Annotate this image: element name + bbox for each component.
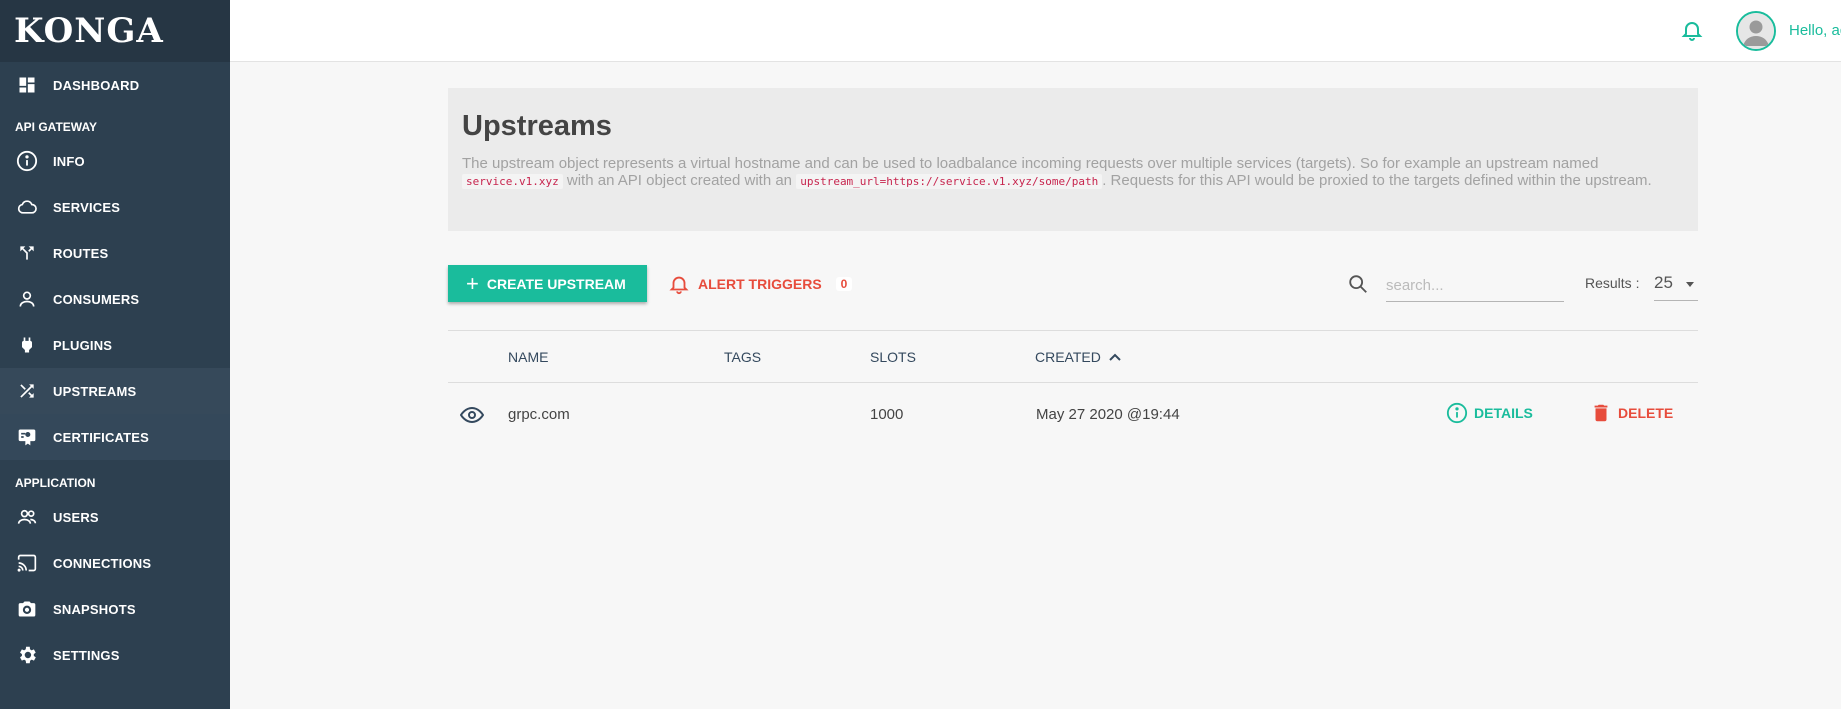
details-label: DETAILS [1474,405,1533,421]
sidebar-item-label: USERS [53,509,99,525]
details-button[interactable]: DETAILS [1446,402,1533,424]
camera-icon [15,597,39,621]
eye-icon[interactable] [459,403,485,427]
plug-icon [15,333,39,357]
upstreams-table: NAME TAGS SLOTS CREATED grpc.com 1000 Ma… [448,330,1698,447]
sidebar-item-label: INFO [53,153,85,169]
results-per-page-select[interactable]: 25 [1654,268,1698,301]
dashboard-icon [15,73,39,97]
page-title: Upstreams [462,110,612,142]
table-header: NAME TAGS SLOTS CREATED [448,330,1698,383]
sidebar-item-upstreams[interactable]: UPSTREAMS [0,368,230,414]
results-value: 25 [1654,273,1673,292]
gear-icon [15,643,39,667]
info-panel: Upstreams The upstream object represents… [448,88,1698,231]
shuffle-icon [15,379,39,403]
create-upstream-label: CREATE UPSTREAM [486,275,626,292]
code-snippet: upstream_url=https://service.v1.xyz/some… [796,174,1103,189]
column-header-tags[interactable]: TAGS [724,349,761,365]
alert-count-badge: 0 [835,277,853,291]
description-text: with an API object created with an [566,172,793,189]
sidebar-section-application: APPLICATION [15,476,96,490]
sidebar-item-settings[interactable]: SETTINGS [0,632,230,678]
users-icon [15,505,39,529]
results-label: Results : [1585,275,1640,291]
sidebar-item-label: SNAPSHOTS [53,601,136,617]
sidebar-item-users[interactable]: USERS [0,494,230,540]
alert-triggers-label: ALERT TRIGGERS [698,276,822,292]
column-header-slots[interactable]: SLOTS [870,349,916,365]
routes-icon [15,241,39,265]
notifications-bell-icon[interactable] [1680,18,1704,42]
caret-down-icon [1686,282,1694,287]
logo-text: KONGA [14,11,164,51]
info-icon [15,149,39,173]
upstream-name: grpc.com [508,406,570,423]
cast-icon [15,551,39,575]
logo[interactable]: KONGA [0,0,230,62]
upstream-created: May 27 2020 @19:44 [1036,406,1180,423]
top-bar [230,0,1841,62]
search-input[interactable] [1386,270,1564,302]
sidebar-item-label: CONSUMERS [53,291,140,307]
sidebar-item-label: SETTINGS [53,647,120,663]
plus-icon: + [466,270,479,296]
delete-label: DELETE [1618,405,1674,421]
info-icon [1446,402,1468,424]
bell-icon [668,273,690,295]
certificate-icon [15,425,39,449]
sidebar-item-snapshots[interactable]: SNAPSHOTS [0,586,230,632]
user-avatar[interactable] [1736,11,1776,51]
column-header-created[interactable]: CREATED [1035,349,1121,365]
sidebar: KONGA DASHBOARD API GATEWAY INFO SERVICE… [0,0,230,709]
column-header-created-label: CREATED [1035,349,1101,365]
sidebar-item-consumers[interactable]: CONSUMERS [0,276,230,322]
sidebar-item-certificates[interactable]: CERTIFICATES [0,414,230,460]
delete-button[interactable]: DELETE [1590,402,1673,424]
trash-icon [1590,402,1612,424]
search-icon [1347,273,1369,295]
user-greeting[interactable]: Hello, ad [1789,22,1841,39]
cloud-icon [15,195,39,219]
sidebar-item-label: DASHBOARD [53,77,140,93]
description-text: The upstream object represents a virtual… [462,155,1599,172]
sidebar-item-label: UPSTREAMS [53,383,137,399]
sidebar-item-label: CONNECTIONS [53,555,152,571]
sidebar-item-label: ROUTES [53,245,109,261]
table-row: grpc.com 1000 May 27 2020 @19:44 DETAILS… [448,383,1698,447]
sidebar-item-plugins[interactable]: PLUGINS [0,322,230,368]
sidebar-section-api: API GATEWAY [15,120,98,134]
sidebar-item-info[interactable]: INFO [0,138,230,184]
description-text: . Requests for this API would be proxied… [1102,172,1652,189]
sidebar-item-label: SERVICES [53,199,121,215]
column-header-name[interactable]: NAME [508,349,548,365]
code-snippet: service.v1.xyz [462,174,563,189]
sidebar-item-connections[interactable]: CONNECTIONS [0,540,230,586]
alert-triggers-button[interactable]: ALERT TRIGGERS 0 [668,272,853,296]
sidebar-item-label: CERTIFICATES [53,429,150,445]
sidebar-item-label: PLUGINS [53,337,113,353]
person-icon [15,287,39,311]
sidebar-item-dashboard[interactable]: DASHBOARD [0,62,230,108]
page-description: The upstream object represents a virtual… [462,155,1662,190]
create-upstream-button[interactable]: + CREATE UPSTREAM [448,265,647,302]
sidebar-item-services[interactable]: SERVICES [0,184,230,230]
sort-ascending-icon [1109,353,1121,361]
sidebar-item-routes[interactable]: ROUTES [0,230,230,276]
upstream-slots: 1000 [870,406,904,423]
